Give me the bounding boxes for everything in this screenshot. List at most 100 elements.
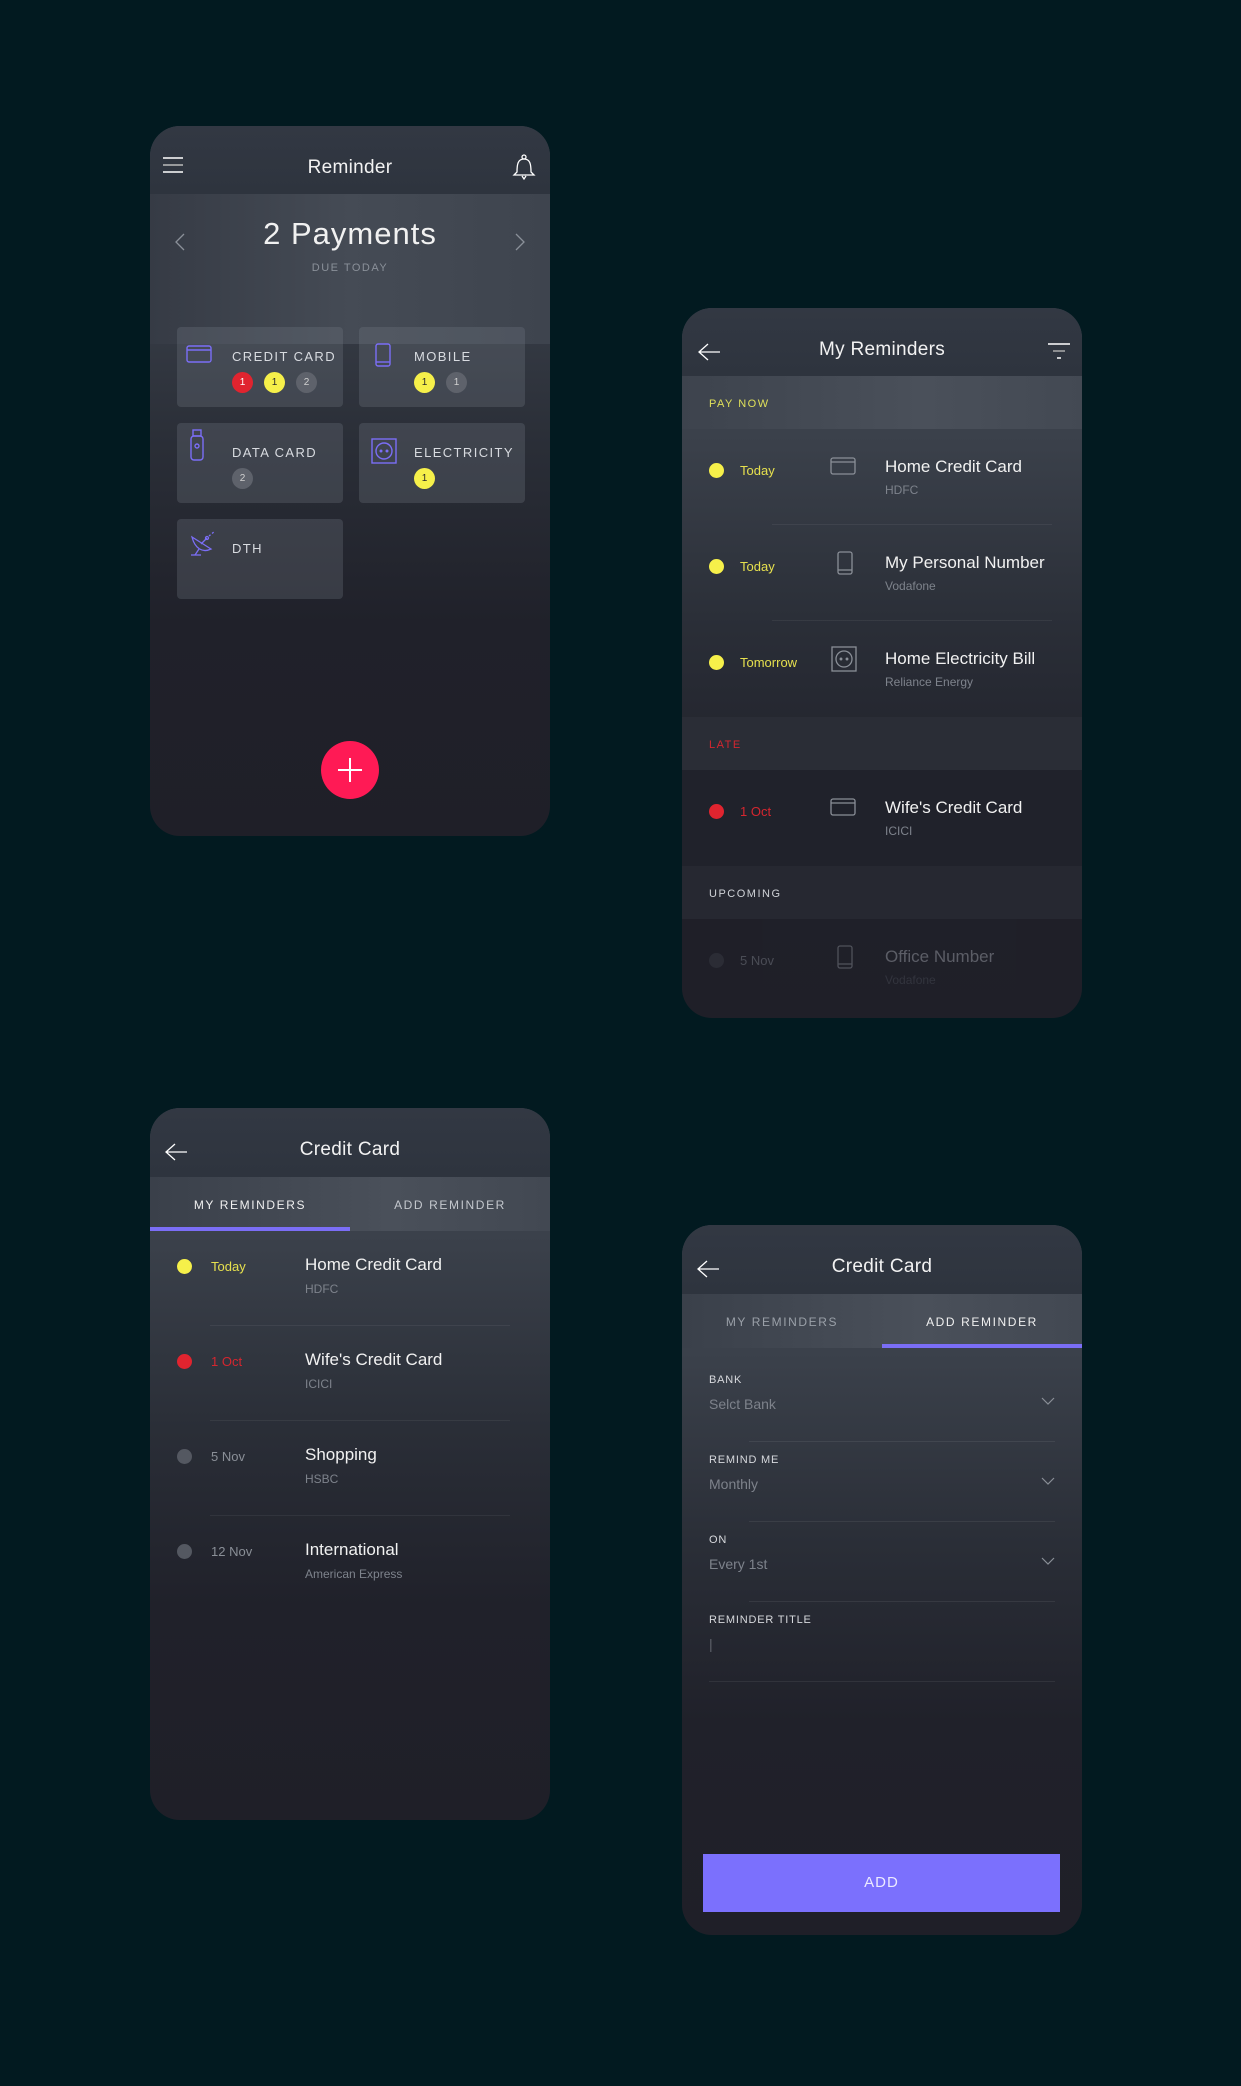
category-tile-dth[interactable]: DTH (177, 519, 343, 599)
today-count-badge: 1 (414, 468, 435, 489)
category-label: MOBILE (414, 349, 472, 364)
bank-select[interactable]: BANK Selct Bank (709, 1362, 1055, 1442)
reminder-name: My Personal Number (885, 553, 1045, 572)
due-today-label: DUE TODAY (311, 262, 389, 274)
add-reminder-fab[interactable] (321, 741, 379, 799)
section-title: LATE (709, 739, 742, 751)
reminder-provider: HSBC (305, 1472, 339, 1486)
tab-my-reminders[interactable]: MY REMINDERS (150, 1177, 350, 1231)
status-dot (709, 559, 724, 574)
due-date: 1 Oct (211, 1354, 243, 1369)
credit-card-reminders-screen: Credit Card MY REMINDERS ADD REMINDER To… (150, 1108, 550, 1820)
status-dot (709, 804, 724, 819)
due-date: Tomorrow (740, 655, 798, 670)
reminder-provider: ICICI (305, 1377, 333, 1391)
status-dot (177, 1354, 192, 1369)
chevron-down-icon (1041, 1552, 1055, 1570)
reminder-row[interactable]: Today Home Credit Card HDFC (682, 429, 1082, 525)
due-date: 1 Oct (740, 804, 772, 819)
status-dot (709, 953, 724, 968)
upcoming-count-badge: 2 (296, 372, 317, 393)
reminder-name: Home Electricity Bill (885, 649, 1036, 668)
reminder-provider: American Express (305, 1567, 403, 1581)
reminder-provider: Vodafone (885, 973, 936, 987)
back-arrow-icon[interactable] (696, 1259, 720, 1284)
tab-add-reminder[interactable]: ADD REMINDER (350, 1177, 550, 1231)
screen-title: Credit Card (831, 1256, 933, 1277)
reminder-row[interactable]: 1 Oct Wife's Credit Card ICICI (682, 770, 1082, 866)
tab-bar: MY REMINDERS ADD REMINDER (150, 1177, 550, 1231)
field-value: Selct Bank (709, 1396, 776, 1412)
back-arrow-icon[interactable] (697, 342, 721, 367)
field-label: REMIND ME (709, 1454, 780, 1466)
reminder-row[interactable]: Tomorrow Home Electricity Bill Reliance … (682, 621, 1082, 717)
credit-card-icon (186, 345, 212, 368)
chevron-down-icon (1041, 1392, 1055, 1410)
reminder-name: Home Credit Card (885, 457, 1022, 476)
category-tile-electricity[interactable]: ELECTRICITY 1 (359, 423, 525, 503)
field-label: ON (709, 1534, 728, 1546)
tab-my-reminders[interactable]: MY REMINDERS (682, 1294, 882, 1348)
reminder-row[interactable]: 1 Oct Wife's Credit Card ICICI (150, 1326, 550, 1421)
active-tab-indicator (882, 1344, 1082, 1348)
due-date: 5 Nov (211, 1449, 245, 1464)
status-dot (709, 655, 724, 670)
category-tile-credit-card[interactable]: CREDIT CARD 1 1 2 (177, 327, 343, 407)
reminder-name: Office Number (885, 947, 995, 966)
screen-title: My Reminders (818, 339, 946, 360)
due-date: Today (740, 463, 775, 478)
section-header-late: LATE (682, 717, 1082, 770)
power-socket-icon (831, 646, 857, 677)
due-date: Today (211, 1259, 246, 1274)
payments-headline: 2 Payments (263, 216, 437, 251)
satellite-dish-icon (189, 529, 217, 562)
reminder-provider: ICICI (885, 824, 913, 838)
reminder-provider: HDFC (885, 483, 919, 497)
bell-icon[interactable] (512, 154, 536, 181)
reminder-row[interactable]: 5 Nov Shopping HSBC (150, 1421, 550, 1516)
hamburger-menu-icon[interactable] (163, 157, 183, 173)
remind-me-select[interactable]: REMIND ME Monthly (709, 1442, 1055, 1522)
category-tile-data-card[interactable]: DATA CARD 2 (177, 423, 343, 503)
add-button[interactable]: ADD (703, 1854, 1060, 1912)
reminder-row[interactable]: 5 Nov Office Number Vodafone (682, 919, 1082, 1015)
reminder-row[interactable]: Today Home Credit Card HDFC (150, 1231, 550, 1326)
tab-bar: MY REMINDERS ADD REMINDER (682, 1294, 1082, 1348)
reminder-name: Wife's Credit Card (885, 798, 1023, 817)
on-day-select[interactable]: ON Every 1st (709, 1522, 1055, 1602)
today-count-badge: 1 (414, 372, 435, 393)
tab-add-reminder[interactable]: ADD REMINDER (882, 1294, 1082, 1348)
section-header-pay-now: PAY NOW (682, 376, 1082, 429)
upcoming-count-badge: 1 (446, 372, 467, 393)
app-header: Reminder (150, 126, 550, 194)
upcoming-count-badge: 2 (232, 468, 253, 489)
reminder-row[interactable]: 12 Nov International American Express (150, 1516, 550, 1611)
today-count-badge: 1 (264, 372, 285, 393)
due-date: 12 Nov (211, 1544, 253, 1559)
back-arrow-icon[interactable] (164, 1142, 188, 1167)
late-count-badge: 1 (232, 372, 253, 393)
field-label: BANK (709, 1374, 743, 1386)
credit-card-icon (830, 798, 856, 821)
text-cursor: | (709, 1636, 713, 1652)
status-dot (177, 1544, 192, 1559)
category-tile-mobile[interactable]: MOBILE 1 1 (359, 327, 525, 407)
reminder-row[interactable]: Today My Personal Number Vodafone (682, 525, 1082, 621)
usb-data-card-icon (190, 429, 204, 466)
reminder-provider: Vodafone (885, 579, 936, 593)
filter-icon[interactable] (1047, 342, 1071, 367)
section-title: PAY NOW (709, 398, 770, 410)
add-reminder-screen: Credit Card MY REMINDERS ADD REMINDER BA… (682, 1225, 1082, 1935)
divider (709, 1681, 1055, 1682)
reminder-title-input[interactable]: REMINDER TITLE | (709, 1602, 1055, 1682)
chevron-down-icon (1041, 1472, 1055, 1490)
reminder-name: International (305, 1540, 399, 1559)
category-label: ELECTRICITY (414, 445, 514, 460)
reminder-provider: Reliance Energy (885, 675, 974, 689)
section-header-upcoming: UPCOMING (682, 866, 1082, 919)
category-label: DATA CARD (232, 445, 318, 460)
mobile-phone-icon (837, 551, 853, 580)
app-header: Credit Card (682, 1225, 1082, 1294)
status-dot (177, 1449, 192, 1464)
screen-title: Credit Card (299, 1139, 401, 1160)
